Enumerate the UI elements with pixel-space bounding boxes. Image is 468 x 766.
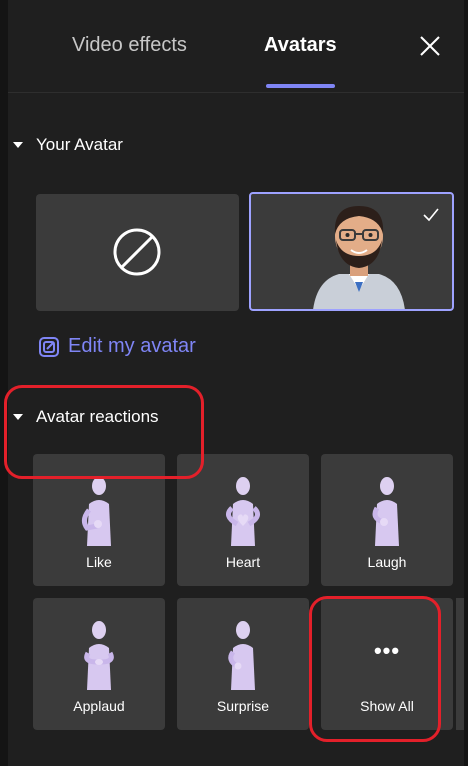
reaction-label: Show All <box>360 698 414 714</box>
reaction-applaud[interactable]: Applaud <box>33 598 165 730</box>
tab-avatars[interactable]: Avatars <box>264 34 337 57</box>
left-edge <box>0 0 8 766</box>
active-tab-indicator <box>266 84 335 88</box>
surprise-figure <box>228 621 255 690</box>
your-avatar-title: Your Avatar <box>36 135 123 154</box>
reaction-laugh[interactable]: Laugh <box>321 454 453 586</box>
reaction-label: Heart <box>225 554 261 570</box>
edit-my-avatar-link[interactable]: Edit my avatar <box>38 335 196 358</box>
avatar-figure <box>313 206 405 309</box>
like-figure <box>81 477 111 546</box>
right-edge <box>464 0 468 766</box>
show-all-reactions-button[interactable]: ••• Show All <box>321 598 453 730</box>
tab-video-effects[interactable]: Video effects <box>72 34 187 57</box>
your-avatar-header[interactable]: Your Avatar <box>8 133 123 157</box>
close-icon <box>420 36 440 56</box>
avatar-reactions-header[interactable]: Avatar reactions <box>8 405 159 429</box>
reaction-like[interactable]: Like <box>33 454 165 586</box>
caret-down-icon <box>13 142 23 148</box>
no-avatar-option[interactable] <box>36 194 239 311</box>
laugh-figure <box>372 477 399 546</box>
edit-my-avatar-label: Edit my avatar <box>68 335 196 357</box>
caret-down-icon <box>13 414 23 420</box>
reaction-label: Applaud <box>73 698 125 714</box>
reaction-label: Laugh <box>367 554 407 570</box>
applaud-figure <box>84 621 114 690</box>
open-external-icon <box>39 336 59 357</box>
panel-tabs: Video effects Avatars <box>8 0 464 93</box>
reaction-label: Surprise <box>216 698 270 714</box>
checkmark-icon <box>423 208 439 222</box>
reaction-label: Like <box>86 554 112 570</box>
reaction-heart[interactable]: Heart <box>177 454 309 586</box>
heart-figure <box>226 477 260 546</box>
reaction-tile-partial[interactable] <box>456 598 464 730</box>
more-icon: ••• <box>373 638 401 663</box>
close-button[interactable] <box>418 34 442 58</box>
my-avatar-option[interactable] <box>249 192 454 311</box>
prohibited-icon <box>113 228 161 276</box>
avatars-panel: Video effects Avatars Your Avatar Edit m… <box>4 0 464 766</box>
reaction-surprise[interactable]: Surprise <box>177 598 309 730</box>
avatar-reactions-title: Avatar reactions <box>36 407 159 426</box>
